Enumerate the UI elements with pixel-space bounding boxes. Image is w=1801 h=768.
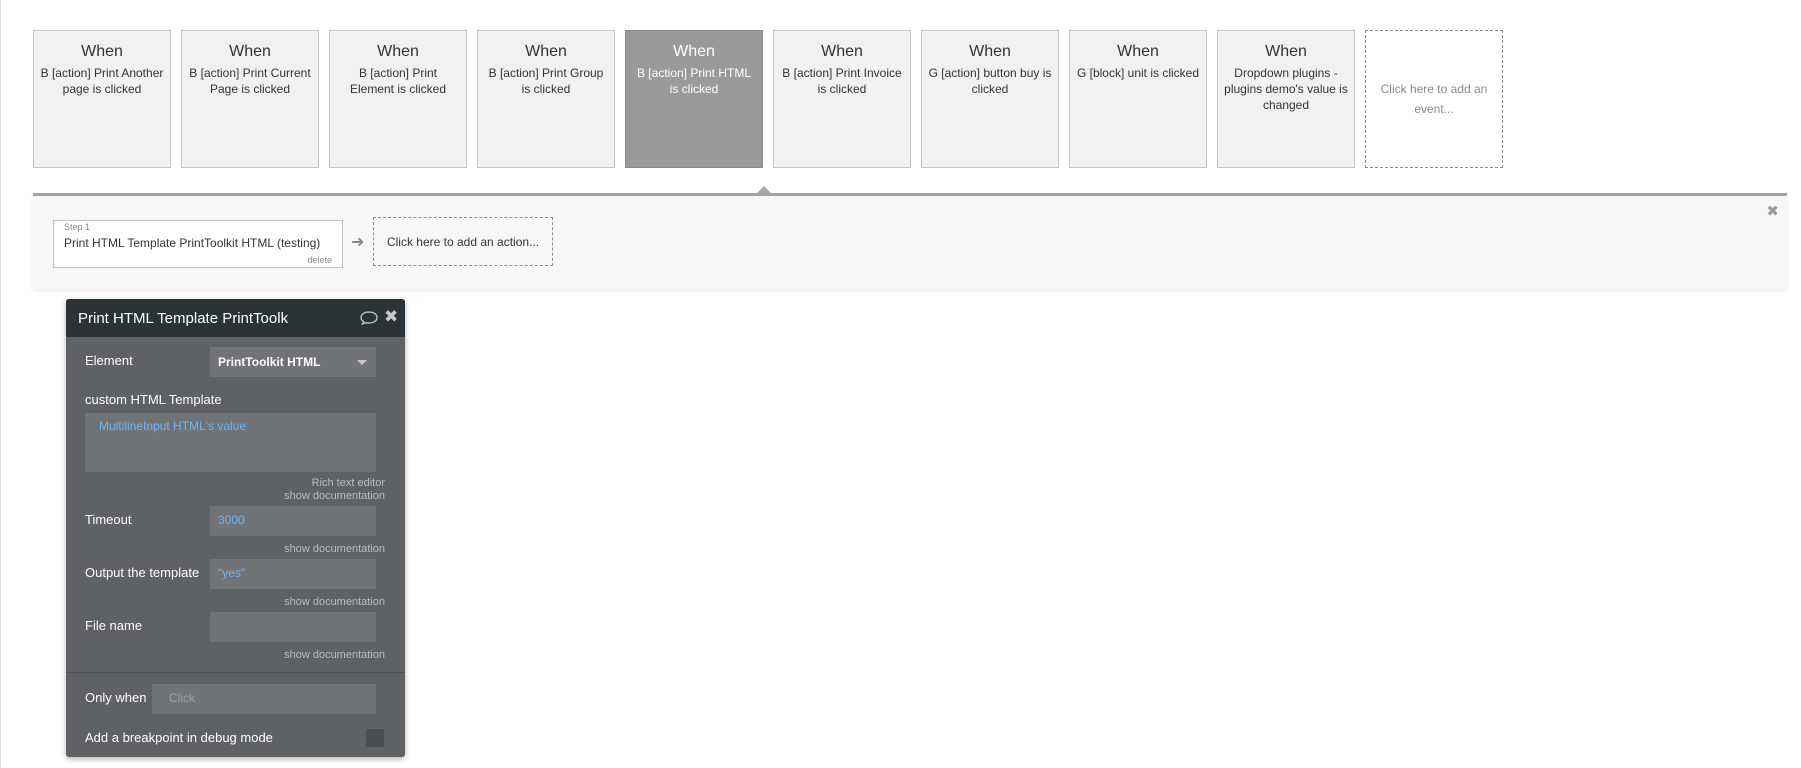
show-documentation-link[interactable]: show documentation bbox=[284, 649, 385, 661]
event-description: B [action] Print Invoice is clicked bbox=[782, 66, 902, 96]
element-dropdown-value: PrintToolkit HTML bbox=[218, 355, 321, 369]
event-description: B [action] Print Group is clicked bbox=[488, 66, 604, 96]
event-when-label: When bbox=[377, 43, 419, 60]
close-icon[interactable]: ✖ bbox=[1766, 202, 1779, 220]
event-card-print-group[interactable]: When B [action] Print Group is clicked bbox=[477, 30, 615, 168]
custom-html-label: custom HTML Template bbox=[85, 392, 222, 407]
event-description: B [action] Print HTML is clicked bbox=[636, 66, 752, 96]
timeout-value: 3000 bbox=[218, 513, 245, 527]
output-template-value: "yes" bbox=[218, 566, 246, 580]
custom-html-input[interactable]: MultilineInput HTML's value bbox=[85, 413, 376, 472]
comment-icon[interactable] bbox=[360, 311, 378, 325]
only-when-input[interactable]: Click bbox=[152, 684, 376, 714]
event-when-label: When bbox=[81, 43, 123, 60]
only-when-label: Only when bbox=[85, 690, 147, 705]
only-when-placeholder: Click bbox=[169, 691, 195, 705]
event-when-label: When bbox=[525, 43, 567, 60]
add-action-button[interactable]: Click here to add an action... bbox=[373, 217, 553, 266]
event-when-label: When bbox=[821, 43, 863, 60]
timeout-input[interactable]: 3000 bbox=[210, 506, 376, 536]
canvas-left-border bbox=[0, 0, 1, 768]
step-number: Step 1 bbox=[64, 222, 91, 232]
output-template-input[interactable]: "yes" bbox=[210, 559, 376, 589]
show-documentation-link[interactable]: show documentation bbox=[284, 490, 385, 502]
event-when-label: When bbox=[1265, 43, 1307, 60]
event-when-label: When bbox=[1117, 43, 1159, 60]
element-label: Element bbox=[85, 353, 133, 368]
file-name-label: File name bbox=[85, 618, 143, 633]
show-documentation-link[interactable]: show documentation bbox=[284, 596, 385, 608]
show-documentation-link[interactable]: show documentation bbox=[284, 543, 385, 555]
event-when-label: When bbox=[229, 43, 271, 60]
event-card-button-buy[interactable]: When G [action] button buy is clicked bbox=[921, 30, 1059, 168]
arrow-right-icon: ➜ bbox=[351, 234, 365, 251]
output-template-label: Output the template bbox=[85, 565, 200, 580]
editor-header: Print HTML Template PrintToolk ✖ bbox=[66, 299, 405, 337]
workflow-step-1[interactable]: Step 1 Print HTML Template PrintToolkit … bbox=[53, 220, 343, 268]
action-property-editor: Print HTML Template PrintToolk ✖ Element… bbox=[66, 299, 405, 757]
event-card-print-invoice[interactable]: When B [action] Print Invoice is clicked bbox=[773, 30, 911, 168]
event-card-print-html[interactable]: When B [action] Print HTML is clicked bbox=[625, 30, 763, 168]
event-when-label: When bbox=[673, 43, 715, 60]
section-divider bbox=[66, 672, 405, 673]
file-name-input[interactable] bbox=[210, 612, 376, 642]
chevron-down-icon bbox=[357, 360, 367, 365]
event-card-print-element[interactable]: When B [action] Print Element is clicked bbox=[329, 30, 467, 168]
event-description: G [block] unit is clicked bbox=[1076, 66, 1200, 80]
selected-event-pointer bbox=[757, 186, 771, 193]
event-card-print-current-page[interactable]: When B [action] Print Current Page is cl… bbox=[181, 30, 319, 168]
event-description: G [action] button buy is clicked bbox=[928, 66, 1052, 96]
add-event-button[interactable]: Click here to add an event... bbox=[1365, 30, 1503, 168]
event-card-dropdown-plugins[interactable]: When Dropdown plugins - plugins demo's v… bbox=[1217, 30, 1355, 168]
event-description: B [action] Print Element is clicked bbox=[349, 66, 447, 96]
custom-html-value: MultilineInput HTML's value bbox=[99, 419, 247, 433]
event-card-block-unit[interactable]: When G [block] unit is clicked bbox=[1069, 30, 1207, 168]
event-description: Dropdown plugins - plugins demo's value … bbox=[1224, 66, 1348, 112]
event-description: B [action] Print Another page is clicked bbox=[40, 66, 164, 96]
editor-title: Print HTML Template PrintToolk bbox=[78, 310, 289, 327]
workflow-strip: ✖ Step 1 Print HTML Template PrintToolki… bbox=[33, 193, 1787, 289]
step-delete-link[interactable]: delete bbox=[307, 255, 332, 265]
rich-text-editor-link[interactable]: Rich text editor bbox=[312, 477, 385, 489]
add-event-label: Click here to add an event... bbox=[1380, 82, 1488, 116]
timeout-label: Timeout bbox=[85, 512, 132, 527]
breakpoint-label: Add a breakpoint in debug mode bbox=[85, 730, 273, 745]
element-dropdown[interactable]: PrintToolkit HTML bbox=[210, 347, 376, 377]
step-title: Print HTML Template PrintToolkit HTML (t… bbox=[64, 236, 321, 250]
breakpoint-checkbox[interactable] bbox=[366, 729, 384, 747]
event-card-print-another-page[interactable]: When B [action] Print Another page is cl… bbox=[33, 30, 171, 168]
close-icon[interactable]: ✖ bbox=[384, 307, 398, 327]
event-when-label: When bbox=[969, 43, 1011, 60]
event-description: B [action] Print Current Page is clicked bbox=[189, 66, 311, 96]
